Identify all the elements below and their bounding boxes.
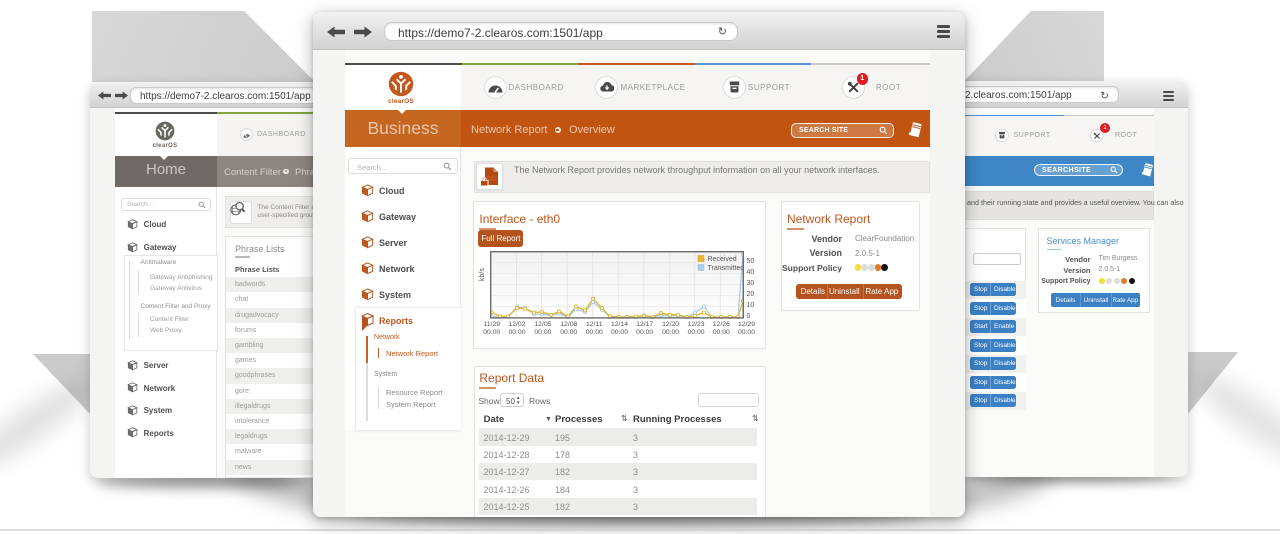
svg-text:Received: Received	[708, 256, 737, 263]
svg-text:Transmitted: Transmitted	[708, 265, 745, 272]
